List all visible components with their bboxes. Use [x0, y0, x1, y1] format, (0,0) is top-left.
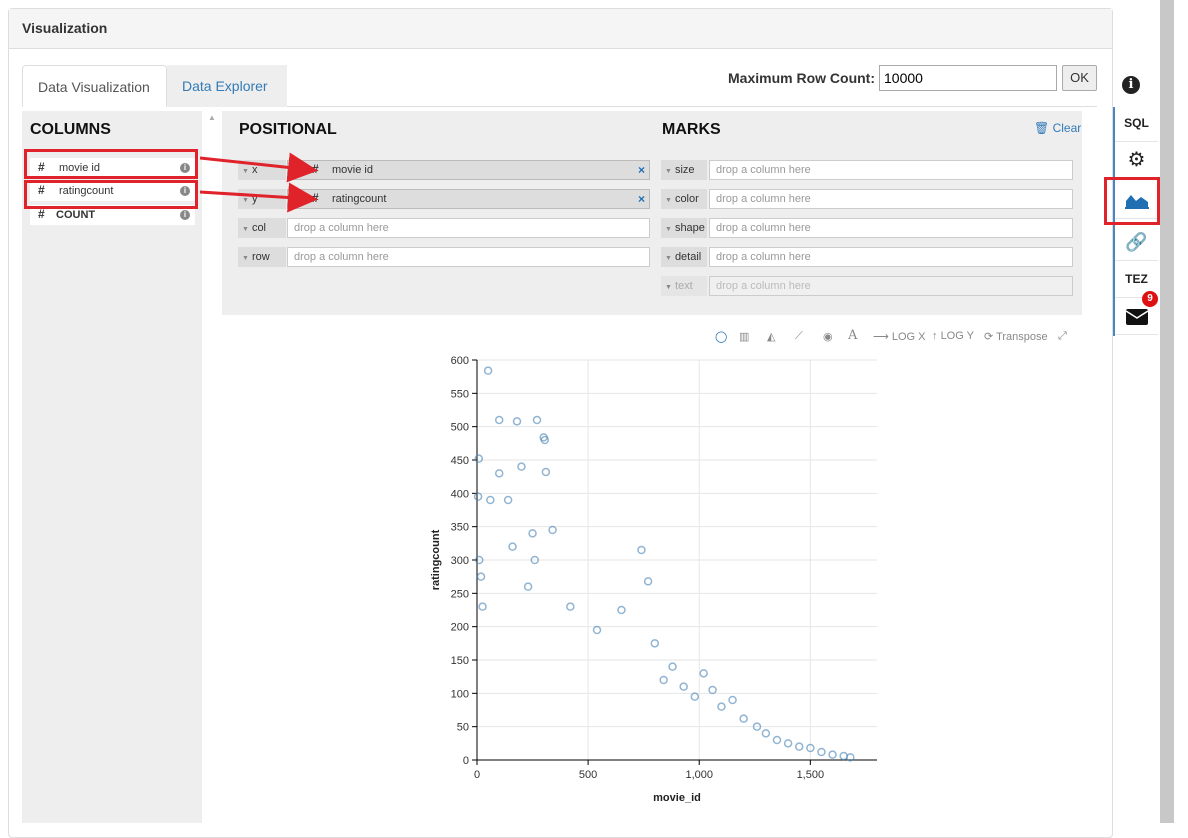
message-count-badge: 9: [1142, 291, 1158, 307]
highlight-box-graph-button: [1104, 177, 1160, 225]
info-icon[interactable]: i: [1122, 76, 1140, 94]
envelope-glyph: [1125, 309, 1148, 325]
gear-icon[interactable]: ⚙: [1115, 142, 1158, 179]
arrow-to-y-shelf: [199, 182, 318, 213]
link-icon[interactable]: 🔗: [1115, 224, 1158, 261]
scrollbar[interactable]: [1160, 0, 1174, 823]
sidebar-item-sql[interactable]: SQL: [1115, 105, 1158, 142]
annotation-arrows: [199, 152, 318, 213]
arrow-to-x-shelf: [199, 152, 318, 183]
